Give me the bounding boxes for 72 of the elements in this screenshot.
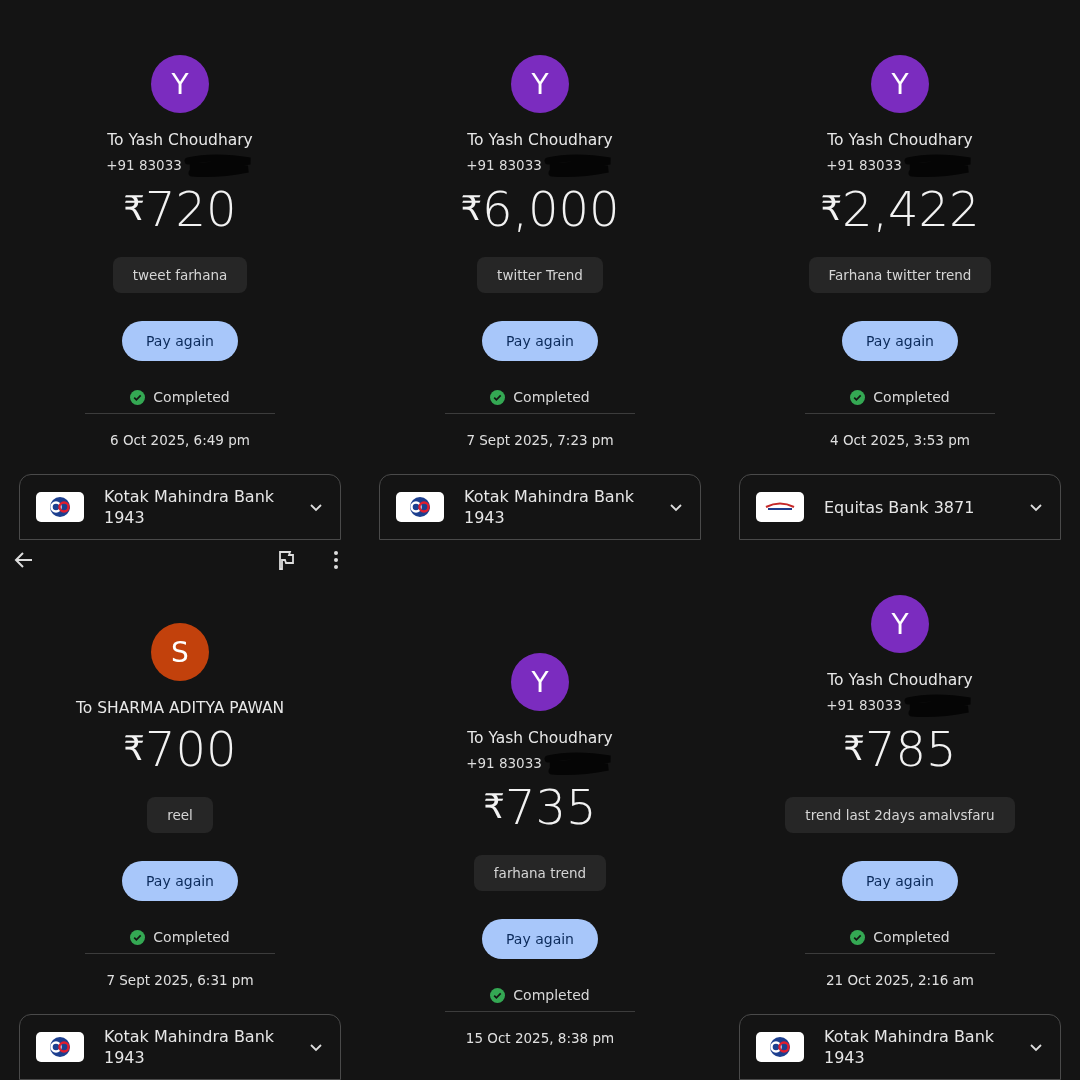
- amount: ₹785: [843, 725, 957, 773]
- amount: ₹735: [483, 783, 597, 831]
- avatar: Y: [871, 55, 929, 113]
- phone-number: +91 83033: [826, 697, 902, 713]
- status-label: Completed: [873, 389, 950, 405]
- avatar: Y: [511, 653, 569, 711]
- bank-name: Kotak Mahindra Bank: [104, 487, 276, 506]
- phone-number: +91 83033: [106, 157, 182, 173]
- check-circle-icon: [490, 389, 506, 405]
- payment-note: farhana trend: [473, 855, 607, 891]
- recipient-name: To Yash Choudhary: [467, 729, 613, 747]
- avatar: Y: [871, 595, 929, 653]
- transaction-date: 6 Oct 2025, 6:49 pm: [110, 432, 250, 448]
- bank-logo-icon: [396, 492, 444, 522]
- account-number: 1943: [824, 1048, 866, 1067]
- bank-name: Kotak Mahindra Bank: [104, 1027, 276, 1046]
- transaction-date: 21 Oct 2025, 2:16 am: [825, 972, 975, 988]
- amount: ₹700: [123, 725, 237, 773]
- account-number: 1943: [464, 508, 506, 527]
- pay-again-button[interactable]: Pay again: [122, 321, 238, 361]
- recipient-name: To Yash Choudhary: [827, 671, 973, 689]
- status-label: Completed: [153, 389, 230, 405]
- pay-again-button[interactable]: Pay again: [482, 919, 598, 959]
- phone-number: +91 83033: [466, 157, 542, 173]
- bank-account-selector[interactable]: Kotak Mahindra Bank 1943: [19, 1014, 341, 1080]
- bank-logo-icon: [756, 1032, 804, 1062]
- bank-name: Kotak Mahindra Bank: [824, 1027, 996, 1046]
- check-circle-icon: [130, 389, 146, 405]
- bank-logo-icon: [36, 1032, 84, 1062]
- check-circle-icon: [490, 987, 506, 1003]
- transaction-date: 4 Oct 2025, 3:53 pm: [830, 432, 970, 448]
- payment-note: twitter Trend: [477, 257, 603, 293]
- transaction-date: 15 Oct 2025, 8:38 pm: [465, 1030, 615, 1046]
- status-label: Completed: [873, 929, 950, 945]
- amount: ₹2,422: [820, 185, 980, 233]
- bank-name: Kotak Mahindra Bank: [464, 487, 636, 506]
- status-label: Completed: [153, 929, 230, 945]
- avatar: S: [151, 623, 209, 681]
- bank-name: Equitas Bank 3871: [824, 497, 976, 517]
- transaction-date: 7 Sept 2025, 6:31 pm: [106, 972, 254, 988]
- bank-account-selector[interactable]: Kotak Mahindra Bank 1943: [739, 1014, 1061, 1080]
- recipient-name: To SHARMA ADITYA PAWAN: [75, 699, 285, 717]
- bank-account-selector[interactable]: Kotak Mahindra Bank 1943: [19, 474, 341, 540]
- pay-again-button[interactable]: Pay again: [842, 861, 958, 901]
- recipient-name: To Yash Choudhary: [107, 131, 253, 149]
- check-circle-icon: [850, 929, 866, 945]
- bank-logo-icon: [756, 492, 804, 522]
- status-label: Completed: [513, 987, 590, 1003]
- bank-account-selector[interactable]: Equitas Bank 3871: [739, 474, 1061, 540]
- payment-note: trend last 2days amalvsfaru: [785, 797, 1015, 833]
- transaction-date: 7 Sept 2025, 7:23 pm: [466, 432, 614, 448]
- status-label: Completed: [513, 389, 590, 405]
- check-circle-icon: [130, 929, 146, 945]
- pay-again-button[interactable]: Pay again: [842, 321, 958, 361]
- avatar: Y: [511, 55, 569, 113]
- pay-again-button[interactable]: Pay again: [482, 321, 598, 361]
- phone-number: +91 83033: [466, 755, 542, 771]
- recipient-name: To Yash Choudhary: [827, 131, 973, 149]
- amount: ₹6,000: [460, 185, 620, 233]
- account-number: 1943: [104, 1048, 146, 1067]
- check-circle-icon: [850, 389, 866, 405]
- bank-account-selector[interactable]: Kotak Mahindra Bank 1943: [379, 474, 701, 540]
- account-number: 1943: [104, 508, 146, 527]
- payment-note: tweet farhana: [112, 257, 248, 293]
- payment-note: Farhana twitter trend: [808, 257, 992, 293]
- bank-logo-icon: [36, 492, 84, 522]
- avatar: Y: [151, 55, 209, 113]
- recipient-name: To Yash Choudhary: [467, 131, 613, 149]
- phone-number: +91 83033: [826, 157, 902, 173]
- amount: ₹720: [123, 185, 237, 233]
- pay-again-button[interactable]: Pay again: [122, 861, 238, 901]
- payment-note: reel: [147, 797, 213, 833]
